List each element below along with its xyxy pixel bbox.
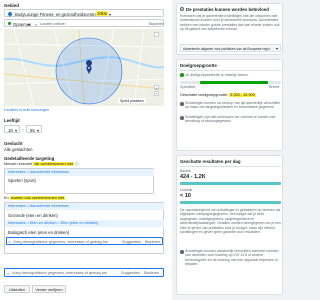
daily-results-card: Geschatte resultaten per dag Bereik 424 … <box>176 155 283 295</box>
age-max-value: 65 <box>30 127 35 133</box>
group3-header: Interesses > Eten en drinken > Eten (ete… <box>5 220 164 227</box>
detailed-targeting-search-input[interactable]: Voeg demografische gegevens, interesses … <box>12 271 107 276</box>
search-icon: ⌕ <box>8 239 11 245</box>
estimate-value: 5.300 - 10.900 <box>229 93 256 97</box>
group2-header-text: Interesses > Aanvullende interesses <box>8 204 69 209</box>
reach-bar <box>180 182 281 185</box>
audience-bullet-1: Schattingen kunnen na verloop van tijd a… <box>185 101 281 110</box>
zoom-in-icon[interactable]: + <box>154 85 159 91</box>
group3-header-text: Interesses > Eten en drinken > Eten (ete… <box>8 221 99 226</box>
targeting-include-line: Mensen inclusief die overeenkomen met ⓘ <box>4 162 79 167</box>
include-dot-icon <box>8 22 11 25</box>
exclude-button[interactable]: Uitsluiten <box>4 285 30 293</box>
group3-item-1[interactable]: Biologisch eten (eten en drinken) <box>8 230 69 235</box>
group2-search-input[interactable]: Voeg demografische gegevens, interesses … <box>13 240 108 245</box>
location-map[interactable]: + − Speld plaatsen <box>4 29 164 106</box>
group1-item[interactable]: Sporten (sport) <box>8 178 36 183</box>
drop-pin-button[interactable]: Speld plaatsen <box>118 98 146 104</box>
info-icon: i <box>180 7 184 11</box>
audience-bullet-2: Schattingen zijn niet ontworpen om overe… <box>185 115 276 124</box>
location-selected-field[interactable]: BodyLounge Fitness- en gezondheidscentru… <box>4 9 164 17</box>
daily-results-title: Geschatte resultaten per dag <box>180 159 241 164</box>
targeting-group-2: Interesses > Aanvullende interesses Gezo… <box>4 202 164 254</box>
fullscreen-icon[interactable] <box>154 32 159 37</box>
gender-label: Geslacht <box>4 141 23 146</box>
bullet-info-icon <box>180 250 184 254</box>
chevron-down-icon: ▾ <box>37 127 40 133</box>
performance-body: Eventueel dat je advertentie-instellinge… <box>180 14 280 32</box>
bullet-info-icon <box>180 102 184 106</box>
age-max-select[interactable]: 65 ▾ <box>26 125 42 133</box>
age-min-select[interactable]: 18 ▾ <box>4 125 20 133</box>
age-min-value: 18 <box>8 127 13 133</box>
search-icon: ⌕ <box>7 270 10 276</box>
selected-location-text: BodyLounge Fitness- en gezondheidscentru… <box>15 11 101 17</box>
performance-title: De prestaties kunnen worden beïnvloed <box>186 7 269 12</box>
info-icon[interactable]: ⓘ <box>75 162 79 166</box>
and-prefix: En <box>4 196 10 200</box>
narrow-audience-button[interactable]: Verder verfijnen <box>32 285 66 293</box>
drop-pin-label: Speld plaatsen <box>120 98 144 103</box>
group1-header: Interesses > Aanvullende interesses <box>5 169 154 176</box>
daily-results-bullet-1: Schattingen kunnen aanzienlijk verschill… <box>185 249 279 267</box>
map-graphic <box>4 29 164 106</box>
browse-link[interactable]: Bladeren <box>145 240 160 245</box>
targeting-panel: Gebied BodyLounge Fitness- en gezondheid… <box>0 0 172 300</box>
radius-value[interactable]: 10km <box>96 11 109 17</box>
browse-link-bottom[interactable]: Bladeren <box>144 271 159 276</box>
detailed-targeting-label: Gedetailleerde targeting <box>4 156 55 161</box>
zoom-out-icon[interactable]: − <box>154 91 159 96</box>
age-range-separator: - <box>22 126 24 132</box>
estimate-prefix: Geschatte doelgroepgrootte: <box>180 93 230 97</box>
location-section-label: Gebied <box>4 3 19 8</box>
group2-header: Interesses > Aanvullende interesses <box>5 203 164 210</box>
audience-gauge-fill <box>200 81 268 84</box>
location-search-row: Opnemen ▾ ⌕ Locatie zoeken Bladeren <box>4 19 164 27</box>
bulk-add-locations-link[interactable]: Locaties in bulk toevoegen <box>4 108 49 113</box>
age-label: Leeftijd <box>4 118 20 123</box>
audience-size-card: Doelgroepgrootte Je doelgroepselectie is… <box>176 59 283 151</box>
audience-divider <box>180 70 281 71</box>
group2-search-box[interactable]: ⌕ Voeg demografische gegevens, interesse… <box>6 237 163 245</box>
detailed-targeting-search-box[interactable]: ⌕ Voeg demografische gegevens, interesse… <box>4 268 164 277</box>
daily-divider <box>180 166 281 167</box>
audience-status: Je doelgroepselectie is redelijk breed. <box>185 72 249 77</box>
performance-link-text: Advertentie-uitgaven voor publieken van … <box>183 46 271 51</box>
performance-warning-card: i De prestaties kunnen worden beïnvloed … <box>176 3 283 55</box>
summary-panel: i De prestaties kunnen worden beïnvloed … <box>174 0 286 300</box>
status-check-icon <box>180 73 184 77</box>
daily-results-body: De nauwkeurigheid van schattingen is geb… <box>180 208 281 234</box>
chevron-down-icon: ▾ <box>276 46 279 52</box>
clicks-bar <box>180 201 281 204</box>
group2-item-1[interactable]: Gezonde (eten en drinken) <box>8 213 58 218</box>
location-pin-icon <box>7 10 13 17</box>
targeting-group-1: Interesses > Aanvullende interesses Spor… <box>4 168 154 194</box>
clicks-value: < 10 <box>180 193 191 199</box>
search-icon: ⌕ <box>35 21 38 27</box>
suggestions-link[interactable]: Suggesties <box>122 240 141 245</box>
gender-value[interactable]: Alle geslachten <box>4 147 32 152</box>
performance-link-row[interactable]: Advertentie-uitgaven voor publieken van … <box>180 44 281 52</box>
bullet-info-icon <box>180 116 184 120</box>
suggestions-link-bottom[interactable]: Suggesties <box>121 271 140 276</box>
reach-value: 424 - 1,2K <box>180 174 206 180</box>
include-prefix: Mensen inclusief <box>4 162 34 166</box>
include-highlight: die overeenkomen met <box>33 162 74 166</box>
chevron-down-icon[interactable]: ▾ <box>28 22 30 27</box>
exclude-button-label: Uitsluiten <box>8 287 25 292</box>
audience-title: Doelgroepgrootte <box>180 63 217 68</box>
audience-gauge <box>180 81 281 84</box>
gauge-left-label: Specifiek <box>180 85 196 89</box>
narrow-button-label: Verder verfijnen <box>35 287 63 292</box>
and-highlight: moeten ook overeenkomen met <box>9 196 66 200</box>
audience-estimate: Geschatte doelgroepgrootte: 5.300 - 10.9… <box>180 93 256 98</box>
chevron-down-icon[interactable]: ▾ <box>109 12 111 17</box>
targeting-and-line: En moeten ook overeenkomen met <box>4 196 66 201</box>
browse-locations-link[interactable]: Bladeren <box>149 22 164 27</box>
group1-header-text: Interesses > Aanvullende interesses <box>8 170 69 175</box>
gauge-right-label: Breed <box>269 85 280 89</box>
chevron-down-icon: ▾ <box>15 127 18 133</box>
location-search-input[interactable]: Locatie zoeken <box>40 22 66 27</box>
